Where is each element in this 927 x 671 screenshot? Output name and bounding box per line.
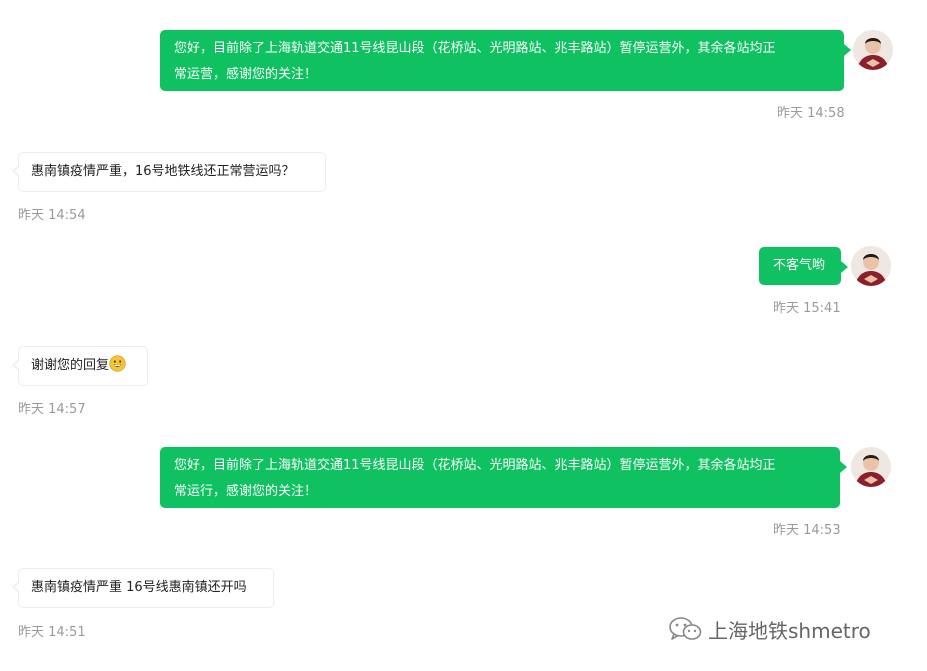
message-bubble-incoming[interactable]: 谢谢您的回复	[12, 346, 148, 386]
message-bubble-outgoing[interactable]: 不客气哟	[759, 247, 848, 285]
message-bubble-outgoing[interactable]: 您好，目前除了上海轨道交通11号线昆山段（花桥站、光明路站、兆丰路站）暂停运营外…	[160, 447, 847, 508]
message-bubble-outgoing[interactable]: 您好，目前除了上海轨道交通11号线昆山段（花桥站、光明路站、兆丰路站）暂停运营外…	[160, 30, 851, 91]
watermark-text: 上海地铁shmetro	[708, 618, 871, 643]
message-timestamp: 昨天 14:57	[18, 402, 86, 417]
user-avatar-icon	[851, 447, 891, 487]
message-timestamp: 昨天 14:54	[18, 208, 86, 223]
wechat-icon	[669, 617, 702, 640]
message-timestamp: 昨天 15:41	[773, 301, 841, 316]
message-timestamp: 昨天 14:53	[773, 523, 841, 538]
watermark: 上海地铁shmetro	[668, 614, 871, 644]
avatar[interactable]	[851, 246, 891, 286]
avatar[interactable]	[851, 447, 891, 487]
message-timestamp: 昨天 14:51	[18, 625, 86, 640]
user-avatar-icon	[853, 30, 893, 70]
message-timestamp: 昨天 14:58	[777, 106, 845, 121]
avatar[interactable]	[853, 30, 893, 70]
message-bubble-incoming[interactable]: 惠南镇疫情严重，16号地铁线还正常营运吗？	[12, 152, 326, 192]
message-text: 谢谢您的回复	[31, 358, 110, 373]
message-bubble-incoming[interactable]: 惠南镇疫情严重 16号线惠南镇还开吗	[12, 568, 274, 608]
grinning-face-emoji	[109, 355, 126, 372]
user-avatar-icon	[851, 246, 891, 286]
